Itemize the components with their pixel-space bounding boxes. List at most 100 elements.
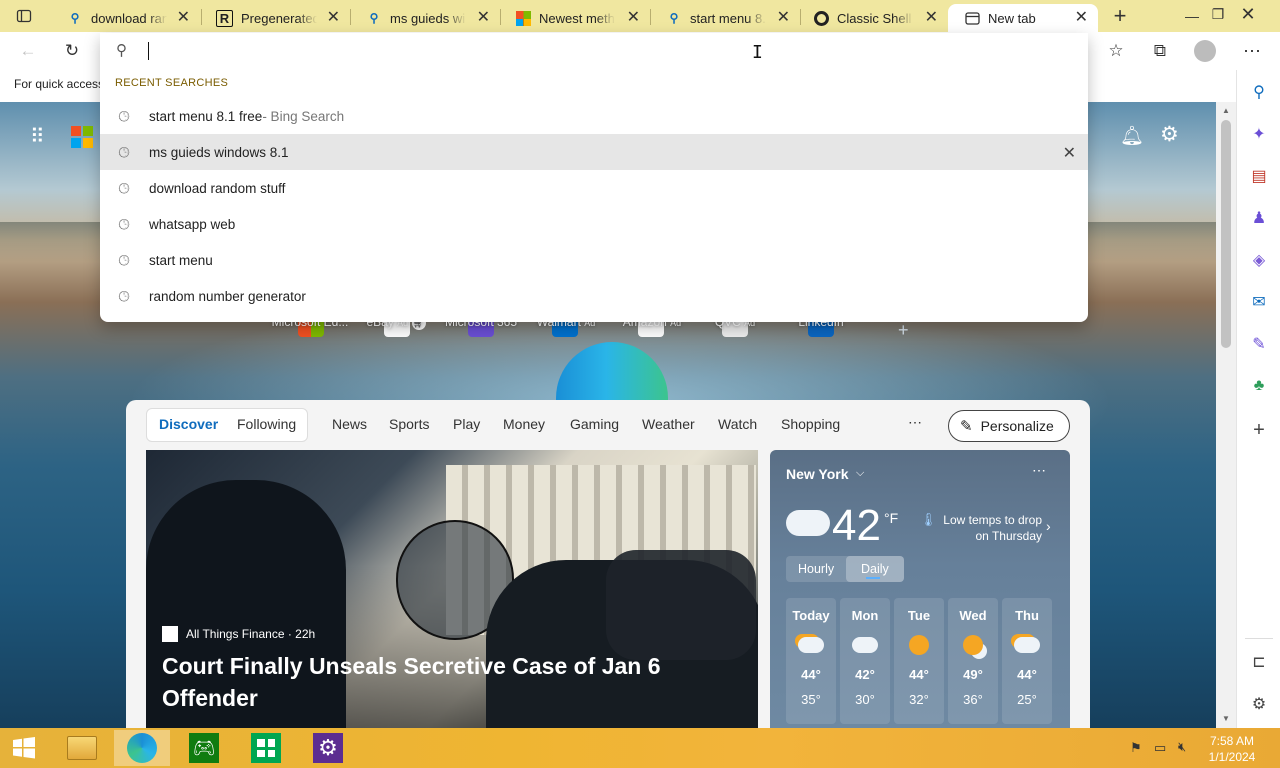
sunny-icon <box>909 635 929 655</box>
close-icon[interactable]: ✕ <box>925 9 938 27</box>
tab-news[interactable]: News <box>332 416 367 432</box>
taskbar: 🎮︎ ⚙ ⚑ ▭ 🔇︎ 7:58 AM 1/1/2024 <box>0 728 1280 768</box>
close-icon[interactable]: ✕ <box>327 9 340 27</box>
partly-sunny-icon <box>963 635 983 655</box>
favorites-star-icon[interactable]: ☆ <box>1100 35 1132 67</box>
forecast-day[interactable]: Mon 42° 30° <box>840 598 890 724</box>
close-icon[interactable]: ✕ <box>1075 9 1088 27</box>
games-icon[interactable]: ♟ <box>1245 204 1273 232</box>
tab-title: New tab <box>988 10 1036 26</box>
back-arrow-icon[interactable]: ← <box>12 35 44 67</box>
tab-actions-icon[interactable] <box>8 0 40 32</box>
microsoft-logo-icon <box>71 126 93 148</box>
network-icon[interactable]: ▭ <box>1154 740 1166 756</box>
apps-grid-icon[interactable]: ⠿ <box>30 124 45 149</box>
add-quick-link-icon[interactable]: + <box>898 320 909 341</box>
windows-logo-icon <box>13 737 35 759</box>
start-button[interactable] <box>0 730 48 766</box>
suggestion-item[interactable]: 🕒︎ random number generator <box>100 278 1088 314</box>
microsoft-logo-icon <box>516 10 531 26</box>
scrollbar-thumb[interactable] <box>1221 120 1231 348</box>
sidebar-add-icon[interactable]: + <box>1245 416 1273 444</box>
tab-discover[interactable]: Discover <box>159 416 218 432</box>
sidebar-search-icon[interactable]: ⚲ <box>1245 78 1273 106</box>
tab-newest-method[interactable]: Newest method ✕ <box>500 4 650 32</box>
xbox-games-icon[interactable]: 🎮︎ <box>176 730 232 766</box>
hero-source: All Things Finance · 22h <box>186 627 316 641</box>
tab-ms-guieds-windows[interactable]: ⚲ ms guieds windows ✕ <box>350 4 500 32</box>
designer-icon[interactable]: ✎ <box>1245 330 1273 358</box>
scroll-down-icon[interactable]: ▼ <box>1222 714 1230 723</box>
close-icon[interactable]: ✕ <box>777 9 790 27</box>
tab-new-tab[interactable]: New tab ✕ <box>948 4 1098 32</box>
tab-money[interactable]: Money <box>503 416 545 432</box>
hourly-toggle[interactable]: Hourly <box>798 562 834 576</box>
forecast-day[interactable]: Wed 49° 36° <box>948 598 998 724</box>
more-tabs-icon[interactable]: ⋯ <box>908 414 922 431</box>
daily-toggle[interactable]: Daily <box>861 562 889 576</box>
suggestion-item[interactable]: 🕒︎ whatsapp web <box>100 206 1088 242</box>
edge-taskbar-icon[interactable] <box>114 730 170 766</box>
window-close-icon[interactable]: ✕ <box>1232 0 1264 30</box>
address-input[interactable] <box>146 39 1046 63</box>
suggestion-item[interactable]: 🕒︎ start menu <box>100 242 1088 278</box>
weather-more-icon[interactable]: ⋯ <box>1032 462 1046 479</box>
settings-app-icon[interactable]: ⚙ <box>300 730 356 766</box>
chevron-down-icon[interactable]: ⌵ <box>856 467 864 480</box>
restore-icon[interactable]: ❐ <box>1202 0 1234 30</box>
tab-play[interactable]: Play <box>453 416 480 432</box>
tab-sports[interactable]: Sports <box>389 416 429 432</box>
tab-shopping[interactable]: Shopping <box>781 416 840 432</box>
outlook-icon[interactable]: ✉ <box>1245 288 1273 316</box>
weather-location[interactable]: New York <box>786 466 849 482</box>
suggestion-item[interactable]: 🕒︎ ms guieds windows 8.1 ✕ <box>100 134 1088 170</box>
news-feed-panel: Discover Following News Sports Play Mone… <box>126 400 1090 728</box>
scroll-up-icon[interactable]: ▲ <box>1222 106 1230 115</box>
collections-icon[interactable]: ⧉ <box>1144 35 1176 67</box>
history-icon: 🕒︎ <box>118 215 130 232</box>
tab-following[interactable]: Following <box>237 416 296 432</box>
notifications-bell-icon[interactable]: 🔔︎ <box>1120 124 1144 148</box>
tab-download-random-stuff[interactable]: ⚲ download random stuff ✕ <box>51 4 200 32</box>
tab-classic-shell[interactable]: Classic Shell download ✕ <box>798 4 948 32</box>
hero-news-card[interactable]: All Things Finance · 22h Court Finally U… <box>146 450 758 728</box>
tab-start-menu-8-1[interactable]: ⚲ start menu 8.1 ✕ <box>650 4 800 32</box>
shopping-bag-icon[interactable]: ▤ <box>1245 162 1273 190</box>
copilot-icon[interactable]: ✦ <box>1245 120 1273 148</box>
tab-pregenerated[interactable]: R Pregenerated ✕ <box>200 4 350 32</box>
profile-avatar[interactable] <box>1194 40 1216 62</box>
system-clock[interactable]: 7:58 AM 1/1/2024 <box>1202 733 1262 765</box>
close-icon[interactable]: ✕ <box>627 9 640 27</box>
tab-weather[interactable]: Weather <box>642 416 695 432</box>
tab-title: download random stuff <box>91 10 167 26</box>
forecast-day[interactable]: Thu 44° 25° <box>1002 598 1052 724</box>
tab-title: Pregenerated <box>241 10 317 26</box>
new-tab-plus-icon[interactable]: + <box>1104 0 1136 32</box>
forecast-day[interactable]: Today 44° 35° <box>786 598 836 724</box>
remove-suggestion-icon[interactable]: ✕ <box>1063 143 1076 163</box>
tab-watch[interactable]: Watch <box>718 416 757 432</box>
more-menu-icon[interactable]: ⋯ <box>1236 35 1268 67</box>
refresh-icon[interactable]: ↻ <box>56 35 88 67</box>
close-icon[interactable]: ✕ <box>477 9 490 27</box>
sidebar-settings-icon[interactable]: ⚙ <box>1245 690 1273 718</box>
volume-muted-icon[interactable]: 🔇︎ <box>1178 739 1186 755</box>
store-icon[interactable] <box>238 730 294 766</box>
personalize-button[interactable]: ✎ Personalize <box>948 410 1070 442</box>
weather-alert[interactable]: Low temps to drop on Thursday <box>936 512 1042 544</box>
chevron-right-icon[interactable]: › <box>1046 518 1051 534</box>
recent-searches-label: RECENT SEARCHES <box>115 77 229 89</box>
hide-sidebar-icon[interactable]: ⊏ <box>1245 648 1273 676</box>
suggestion-item[interactable]: 🕒︎ download random stuff <box>100 170 1088 206</box>
m365-icon[interactable]: ◈ <box>1245 246 1273 274</box>
drop-icon[interactable]: ♣ <box>1245 372 1273 400</box>
close-icon[interactable]: ✕ <box>177 9 190 27</box>
forecast-day[interactable]: Tue 44° 32° <box>894 598 944 724</box>
weather-card[interactable]: New York ⌵ ⋯ 42 °F 🌡︎ Low temps to drop … <box>770 450 1070 728</box>
tab-gaming[interactable]: Gaming <box>570 416 619 432</box>
page-scrollbar[interactable]: ▲ ▼ <box>1216 102 1236 728</box>
file-explorer-icon[interactable] <box>54 730 110 766</box>
suggestion-item[interactable]: 🕒︎ start menu 8.1 free - Bing Search <box>100 98 1088 134</box>
action-center-flag-icon[interactable]: ⚑ <box>1130 740 1142 756</box>
page-settings-gear-icon[interactable]: ⚙ <box>1160 122 1179 147</box>
